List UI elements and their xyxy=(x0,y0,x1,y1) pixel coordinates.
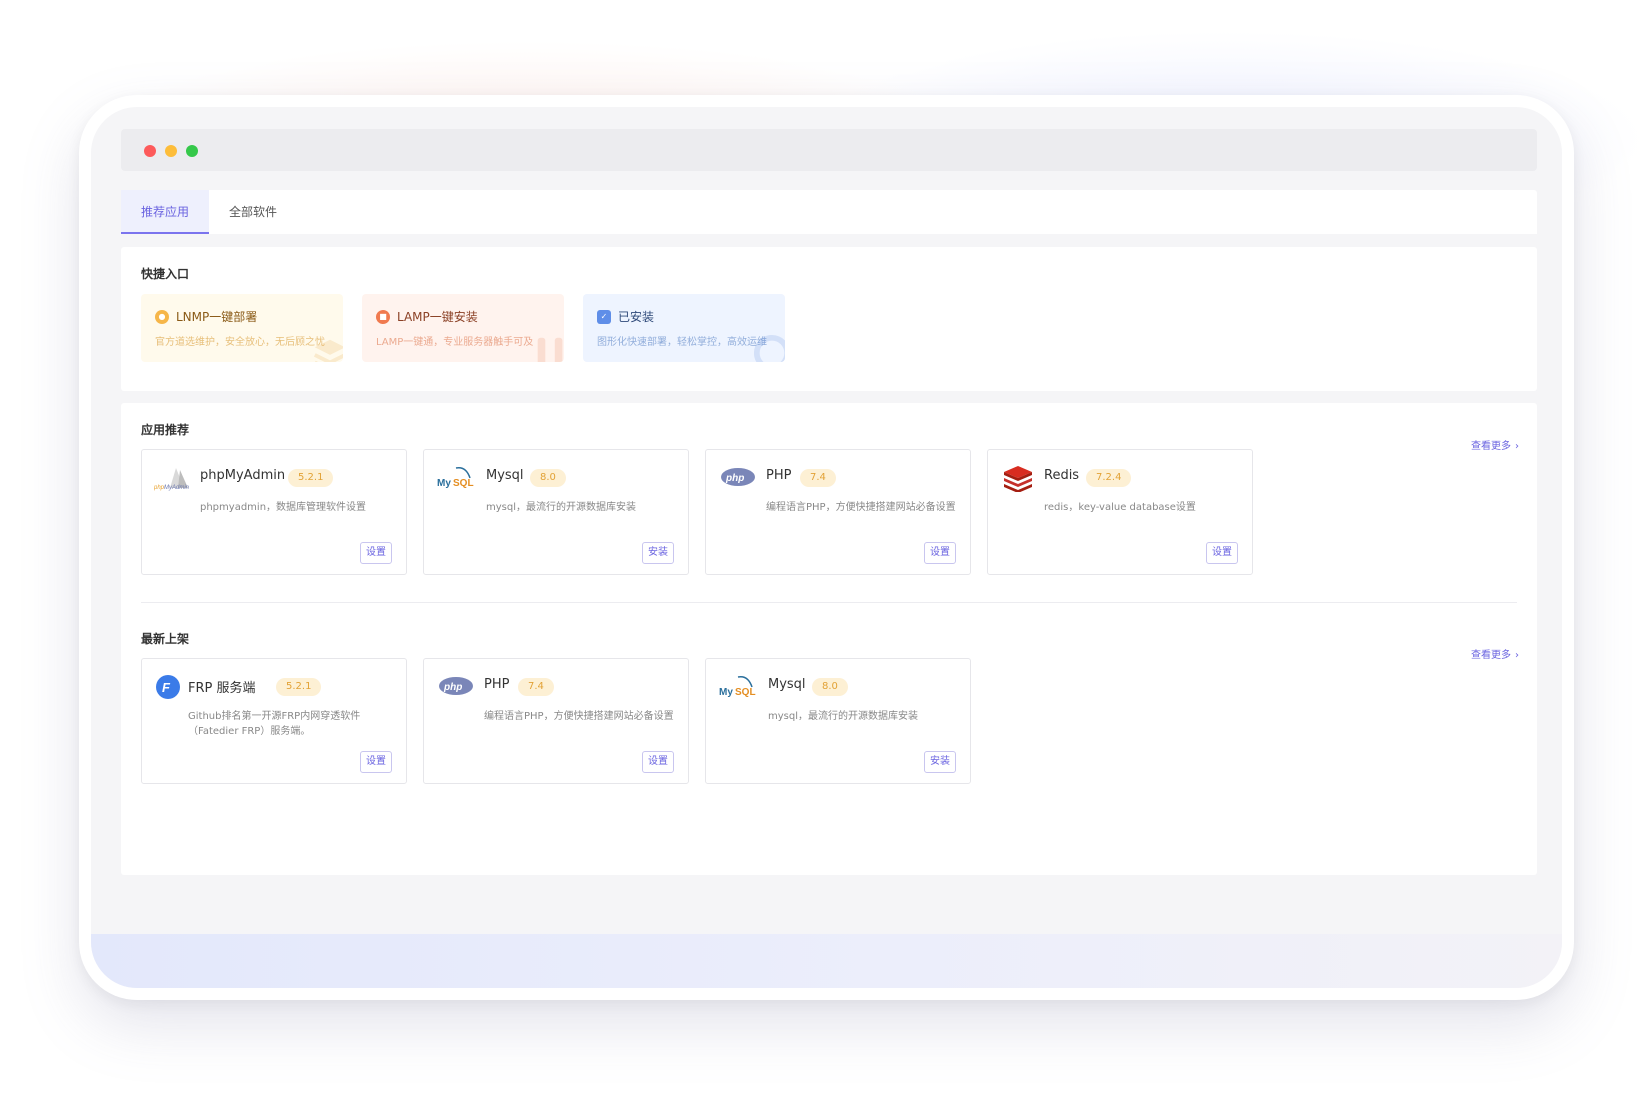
apps-panel: 应用推荐 查看更多 › php MyAdmin phpMyAdmin 5.2.1 … xyxy=(121,403,1537,875)
lnmp-icon: ● xyxy=(155,310,169,324)
settings-button[interactable]: 设置 xyxy=(360,542,392,564)
quick-entry-lnmp-desc: 官方道选维护，安全放心，无后顾之忧 xyxy=(155,337,325,348)
tab-all-software[interactable]: 全部软件 xyxy=(209,190,297,234)
svg-text:My: My xyxy=(719,687,733,698)
recommended-title: 应用推荐 xyxy=(141,423,190,437)
layers-icon xyxy=(313,339,343,362)
tab-bar: 推荐应用 全部软件 xyxy=(121,190,1537,234)
quick-entry-installed[interactable]: ✓ 已安装 图形化快速部署，轻松掌控，高效运维 xyxy=(583,294,785,362)
latest-see-more-label: 查看更多 xyxy=(1471,650,1511,661)
php-icon: php xyxy=(439,677,473,695)
quick-entry-lnmp-title: LNMP一键部署 xyxy=(176,310,258,324)
app-name: PHP xyxy=(766,468,792,483)
tab-recommended-apps[interactable]: 推荐应用 xyxy=(121,190,210,234)
settings-button[interactable]: 设置 xyxy=(642,751,674,773)
svg-text:F: F xyxy=(162,680,171,695)
app-card-mysql[interactable]: My SQL Mysql 8.0 mysql，最流行的开源数据库安装 安装 xyxy=(705,658,971,784)
version-badge: 5.2.1 xyxy=(276,678,322,696)
quick-entry-panel: 快捷入口 ● LNMP一键部署 官方道选维护，安全放心，无后顾之忧 ■ LAMP… xyxy=(121,247,1537,391)
quick-entry-installed-desc: 图形化快速部署，轻松掌控，高效运维 xyxy=(597,337,767,348)
wrench-icon xyxy=(753,334,785,362)
lamp-icon: ■ xyxy=(376,310,390,324)
app-description: mysql，最流行的开源数据库安装 xyxy=(486,502,636,513)
version-badge: 7.4 xyxy=(800,469,836,487)
svg-text:SQL: SQL xyxy=(453,478,474,489)
version-badge: 8.0 xyxy=(812,678,848,696)
tools-icon xyxy=(537,337,563,362)
chevron-right-icon: › xyxy=(1515,441,1519,452)
app-card-frp[interactable]: F FRP 服务端 5.2.1 Github排名第一开源FRP内网穿透软件 （F… xyxy=(141,658,407,784)
app-name: Mysql xyxy=(486,468,524,483)
quick-entry-installed-title: 已安装 xyxy=(618,310,655,324)
app-window: 推荐应用 全部软件 快捷入口 ● LNMP一键部署 官方道选维护，安全放心，无后… xyxy=(91,107,1562,988)
minimize-window-button[interactable] xyxy=(165,145,177,157)
app-description-line: Github排名第一开源FRP内网穿透软件 xyxy=(188,711,361,722)
install-button[interactable]: 安装 xyxy=(642,542,674,564)
app-name: phpMyAdmin xyxy=(200,468,286,483)
app-card-redis[interactable]: Redis 7.2.4 redis，key-value database设置 设… xyxy=(987,449,1253,575)
app-description: redis，key-value database设置 xyxy=(1044,502,1196,513)
php-icon: php xyxy=(721,468,755,486)
mysql-icon: My SQL xyxy=(437,466,474,489)
app-description-line: （Fatedier FRP）服务端。 xyxy=(188,726,311,737)
version-badge: 7.2.4 xyxy=(1086,469,1132,487)
latest-see-more-link[interactable]: 查看更多 › xyxy=(1471,646,1519,661)
quick-entry-lamp-desc: LAMP一键通，专业服务器触手可及 xyxy=(376,337,534,348)
close-window-button[interactable] xyxy=(144,145,156,157)
version-badge: 5.2.1 xyxy=(288,469,334,487)
svg-text:php: php xyxy=(725,473,744,484)
settings-button[interactable]: 设置 xyxy=(1206,542,1238,564)
install-button[interactable]: 安装 xyxy=(924,751,956,773)
app-name: PHP xyxy=(484,677,510,692)
quick-entry-title: 快捷入口 xyxy=(141,267,190,281)
app-name: FRP 服务端 xyxy=(188,681,256,696)
version-badge: 8.0 xyxy=(530,469,566,487)
recommended-see-more-link[interactable]: 查看更多 › xyxy=(1471,437,1519,452)
chevron-right-icon: › xyxy=(1515,650,1519,661)
section-divider xyxy=(141,602,1517,603)
app-description: phpmyadmin，数据库管理软件设置 xyxy=(200,502,367,513)
svg-text:SQL: SQL xyxy=(735,687,756,698)
quick-entry-lamp-title: LAMP一键安装 xyxy=(397,310,478,324)
app-card-phpmyadmin[interactable]: php MyAdmin phpMyAdmin 5.2.1 phpmyadmin，… xyxy=(141,449,407,575)
window-titlebar xyxy=(121,129,1537,171)
app-card-php[interactable]: php PHP 7.4 编程语言PHP，方便快捷搭建网站必备设置 设置 xyxy=(423,658,689,784)
app-description: 编程语言PHP，方便快捷搭建网站必备设置 xyxy=(484,711,674,722)
settings-button[interactable]: 设置 xyxy=(360,751,392,773)
device-frame: 推荐应用 全部软件 快捷入口 ● LNMP一键部署 官方道选维护，安全放心，无后… xyxy=(79,95,1574,1000)
latest-title: 最新上架 xyxy=(141,632,190,646)
app-description: Github排名第一开源FRP内网穿透软件 （Fatedier FRP）服务端。 xyxy=(188,709,360,739)
quick-entry-lamp[interactable]: ■ LAMP一键安装 LAMP一键通，专业服务器触手可及 xyxy=(362,294,564,362)
app-card-mysql[interactable]: My SQL Mysql 8.0 mysql，最流行的开源数据库安装 安装 xyxy=(423,449,689,575)
app-description: mysql，最流行的开源数据库安装 xyxy=(768,711,918,722)
quick-entry-lnmp[interactable]: ● LNMP一键部署 官方道选维护，安全放心，无后顾之忧 xyxy=(141,294,343,362)
installed-icon: ✓ xyxy=(597,310,611,324)
svg-text:My: My xyxy=(437,478,451,489)
app-name: Mysql xyxy=(768,677,806,692)
app-description: 编程语言PHP，方便快捷搭建网站必备设置 xyxy=(766,502,956,513)
svg-text:php: php xyxy=(443,682,462,693)
window-bottom-gradient xyxy=(91,934,1562,988)
recommended-see-more-label: 查看更多 xyxy=(1471,441,1511,452)
version-badge: 7.4 xyxy=(518,678,554,696)
app-card-php[interactable]: php PHP 7.4 编程语言PHP，方便快捷搭建网站必备设置 设置 xyxy=(705,449,971,575)
mysql-icon: My SQL xyxy=(719,675,756,698)
redis-icon xyxy=(1004,466,1032,492)
phpmyadmin-icon: php MyAdmin xyxy=(154,468,190,491)
svg-text:MyAdmin: MyAdmin xyxy=(164,485,190,491)
maximize-window-button[interactable] xyxy=(186,145,198,157)
settings-button[interactable]: 设置 xyxy=(924,542,956,564)
app-name: Redis xyxy=(1044,468,1080,483)
